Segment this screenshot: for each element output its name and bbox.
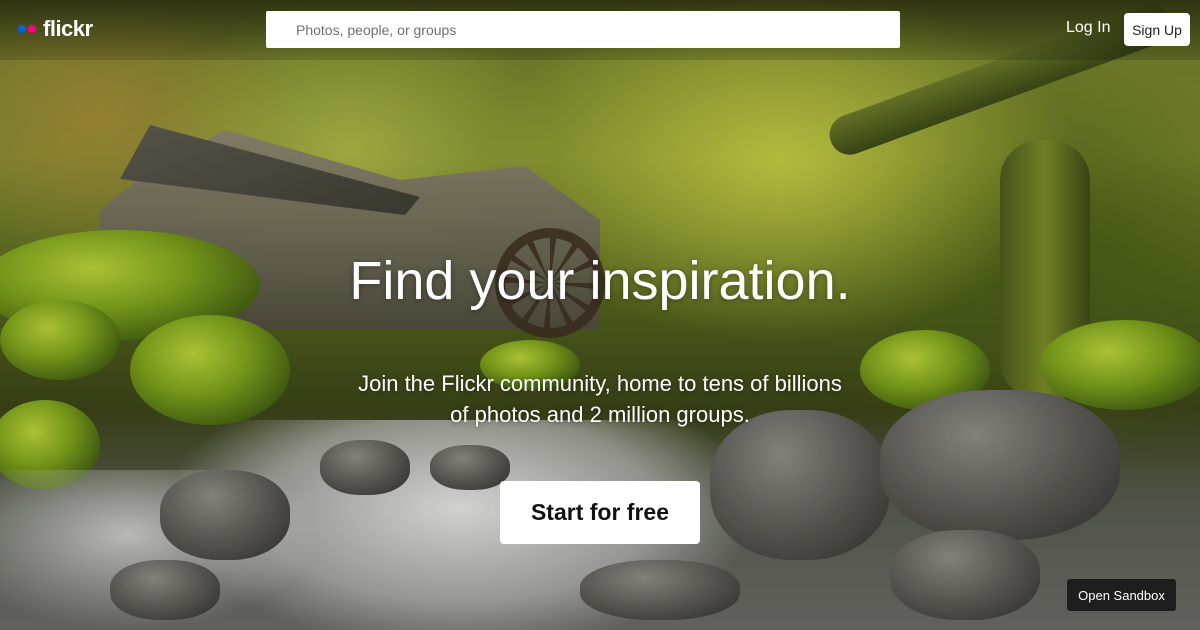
start-for-free-button[interactable]: Start for free	[500, 481, 700, 544]
logo-pink-dot	[28, 25, 36, 33]
hero-headline: Find your inspiration.	[349, 251, 851, 311]
hero-subline: Join the Flickr community, home to tens …	[358, 371, 842, 427]
open-sandbox-button[interactable]: Open Sandbox	[1067, 579, 1176, 611]
log-in-link[interactable]: Log In	[1066, 19, 1110, 37]
sign-up-button[interactable]: Sign Up	[1124, 13, 1190, 46]
top-nav: flickr Log In Sign Up	[0, 0, 1200, 60]
flickr-logo[interactable]: flickr	[18, 16, 93, 42]
search-input[interactable]	[266, 11, 900, 48]
logo-text: flickr	[43, 16, 93, 41]
logo-blue-dot	[18, 25, 26, 33]
